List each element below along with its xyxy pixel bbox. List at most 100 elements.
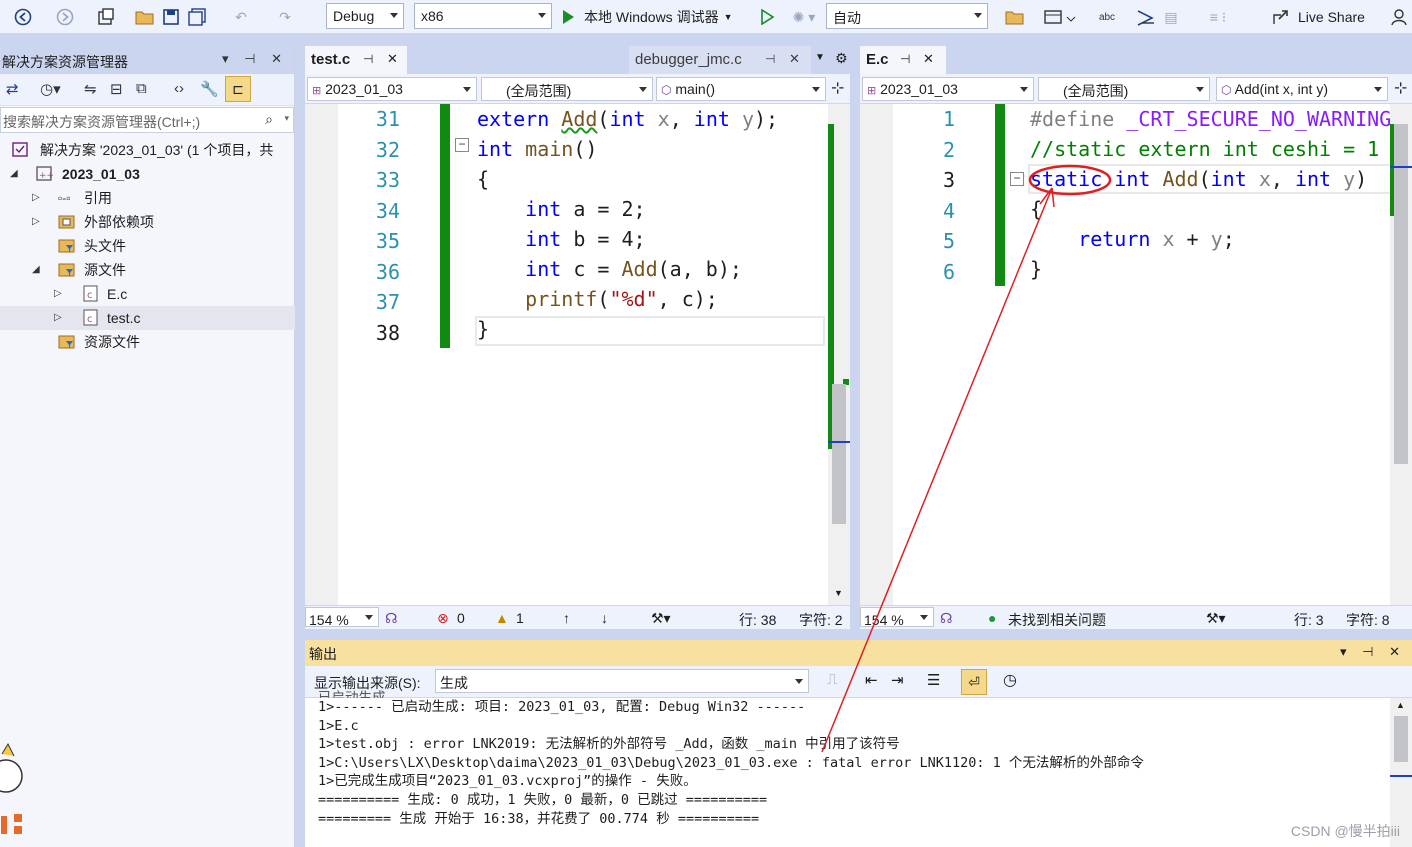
tree-file-test-c[interactable]: ▷ c test.c xyxy=(0,306,295,330)
search-icon[interactable]: ⌕ xyxy=(265,111,273,128)
prev-message-icon[interactable]: ⇤ xyxy=(865,671,878,689)
panel-window-controls[interactable]: ▾ ⊣ ✕ xyxy=(222,51,288,67)
collapse-all-icon[interactable]: ⊟ xyxy=(110,80,123,98)
filter-folder-icon xyxy=(58,335,75,349)
clock-icon[interactable]: ◷ xyxy=(1003,670,1017,690)
live-share-button[interactable]: Live Share xyxy=(1272,4,1382,30)
tree-external-deps[interactable]: ▷ 外部依赖项 xyxy=(0,210,295,234)
redo-icon[interactable]: ↷ xyxy=(270,4,300,30)
folder-search-icon[interactable] xyxy=(1004,4,1026,30)
clear-all-icon[interactable]: ☰ xyxy=(927,671,940,689)
tree-solution[interactable]: 解决方案 '2023_01_03' (1 个项目，共 xyxy=(12,138,295,162)
hot-reload-icon[interactable]: ✺ ▾ xyxy=(786,4,822,30)
nav-value: 2023_01_03 xyxy=(325,81,403,97)
scroll-thumb[interactable] xyxy=(832,384,846,524)
new-project-icon[interactable] xyxy=(92,4,122,30)
preview-selected-icon[interactable]: ⊏ xyxy=(225,76,251,102)
start-debug-button[interactable]: 本地 Windows 调试器 ▼ xyxy=(560,4,756,30)
settings-gear-icon[interactable]: ⚙ xyxy=(835,50,848,67)
window-layout-icon[interactable] xyxy=(1040,4,1080,30)
back-icon[interactable] xyxy=(10,4,36,30)
close-icon[interactable]: ✕ xyxy=(387,51,398,67)
sync-icon[interactable]: ⇋ xyxy=(84,80,97,98)
member-nav-select[interactable]: ⬡ Add(int x, int y) xyxy=(1216,77,1388,101)
start-without-debug-icon[interactable] xyxy=(758,4,776,30)
scope-nav-select[interactable]: (全局范围) xyxy=(481,77,653,101)
project-nav-select[interactable]: ⊞ 2023_01_03 xyxy=(862,77,1034,101)
pending-changes-icon[interactable]: ◷▾ xyxy=(40,80,61,98)
save-icon[interactable] xyxy=(160,4,182,30)
tree-resource-files[interactable]: 资源文件 xyxy=(0,330,295,354)
zoom-select[interactable]: 154 % xyxy=(305,607,379,627)
vertical-scrollbar[interactable] xyxy=(1390,104,1412,605)
tree-item-label: 头文件 xyxy=(84,238,126,254)
format-icon[interactable]: ≡ ⁝ xyxy=(1198,4,1238,30)
line-indicator: 行: 38 xyxy=(739,612,777,628)
project-nav-select[interactable]: ⊞ 2023_01_03 xyxy=(307,77,477,101)
collapsed-caret-icon[interactable]: ▷ xyxy=(32,210,40,234)
pin-icon[interactable]: ⊣ xyxy=(900,52,910,66)
uncomment-icon[interactable]: ▤ xyxy=(1160,4,1182,30)
zoom-select[interactable]: 154 % xyxy=(860,607,934,627)
search-options-icon[interactable]: ▾ xyxy=(284,113,289,124)
tab-debugger-jmc-c[interactable]: debugger_jmc.c ⊣ ✕ xyxy=(629,46,811,74)
comment-icon[interactable] xyxy=(1132,4,1158,30)
config-select[interactable]: Debug xyxy=(326,3,404,29)
code-view-icon[interactable]: ‹› xyxy=(174,80,184,97)
open-folder-icon[interactable] xyxy=(134,4,156,30)
tree-project[interactable]: ◢ ++ 2023_01_03 xyxy=(0,162,295,186)
left-code-editor[interactable]: 31 32 33 34 35 36 37 38 − extern Add(int x, int… xyxy=(305,104,850,605)
close-icon[interactable]: ✕ xyxy=(923,51,934,67)
solution-explorer-toolbar: ⇄ ◷▾ ⇋ ⊟ ⧉ ‹› 🔧 ⊏ xyxy=(0,74,294,106)
tree-references[interactable]: ▷ ▫-▫ 引用 xyxy=(0,186,295,210)
account-icon[interactable] xyxy=(1388,4,1410,30)
close-icon[interactable]: ✕ xyxy=(789,51,800,67)
error-icon[interactable]: ⊗ xyxy=(437,610,449,627)
right-code-editor[interactable]: 123456 − #define _CRT_SECURE_NO_WARNINGS… xyxy=(860,104,1412,605)
prev-issue-icon[interactable]: ↑ xyxy=(563,610,570,626)
collapse-toggle-icon[interactable]: − xyxy=(1010,172,1024,186)
show-all-files-icon[interactable]: ⧉ xyxy=(136,80,147,97)
spellcheck-icon[interactable]: abc xyxy=(1094,4,1120,30)
tree-file-e-c[interactable]: ▷ c E.c xyxy=(0,282,295,306)
undo-icon[interactable]: ↶ xyxy=(226,4,256,30)
tree-source-files[interactable]: ◢ 源文件 xyxy=(0,258,295,282)
collapsed-caret-icon[interactable]: ▷ xyxy=(54,282,62,306)
switch-view-icon[interactable]: ⇄ xyxy=(6,80,19,98)
forward-icon[interactable] xyxy=(52,4,78,30)
collapsed-caret-icon[interactable]: ▷ xyxy=(32,186,40,210)
properties-icon[interactable]: 🔧 xyxy=(200,80,219,98)
go-to-line-icon[interactable]: ⎍ xyxy=(827,671,838,688)
scroll-up-icon[interactable]: ▲ xyxy=(1396,700,1405,710)
pin-icon[interactable]: ⊣ xyxy=(765,52,775,66)
scope-nav-select[interactable]: (全局范围) xyxy=(1038,77,1210,101)
scroll-thumb[interactable] xyxy=(1394,124,1408,464)
tab-test-c[interactable]: test.c ⊣ ✕ xyxy=(305,46,407,74)
next-message-icon[interactable]: ⇥ xyxy=(891,671,904,689)
next-issue-icon[interactable]: ↓ xyxy=(601,610,608,626)
tree-header-files[interactable]: 头文件 xyxy=(0,234,295,258)
tab-overflow-icon[interactable]: ▼ xyxy=(815,52,825,63)
intellicode-icon[interactable]: ☊ xyxy=(940,610,952,627)
pin-icon[interactable]: ⊣ xyxy=(363,52,373,66)
panel-window-controls[interactable]: ▾ ⊣ ✕ xyxy=(1340,644,1406,660)
save-all-icon[interactable] xyxy=(186,4,210,30)
cleanup-icon[interactable]: ⚒▾ xyxy=(1206,610,1226,627)
vertical-scrollbar[interactable]: ▼ xyxy=(828,104,850,605)
expanded-caret-icon[interactable]: ◢ xyxy=(32,258,40,282)
solution-search-input[interactable]: 搜索解决方案资源管理器(Ctrl+;) ⌕ ▾ xyxy=(0,107,294,133)
auto-select[interactable]: 自动 xyxy=(826,3,988,29)
member-nav-select[interactable]: ⬡ main() xyxy=(656,77,826,101)
collapsed-caret-icon[interactable]: ▷ xyxy=(54,306,62,330)
expanded-caret-icon[interactable]: ◢ xyxy=(10,162,18,186)
intellicode-icon[interactable]: ☊ xyxy=(385,610,397,627)
split-editor-icon[interactable]: ⊹ xyxy=(831,78,844,98)
collapse-toggle-icon[interactable]: − xyxy=(455,138,469,152)
warning-icon[interactable]: ▲ xyxy=(495,610,509,626)
scroll-thumb[interactable] xyxy=(1394,716,1408,762)
cleanup-icon[interactable]: ⚒▾ xyxy=(651,610,671,627)
scroll-down-icon[interactable]: ▼ xyxy=(834,588,843,598)
split-editor-icon[interactable]: ⊹ xyxy=(1394,78,1407,98)
tab-e-c[interactable]: E.c ⊣ ✕ xyxy=(860,46,946,74)
platform-select[interactable]: x86 xyxy=(414,3,552,29)
